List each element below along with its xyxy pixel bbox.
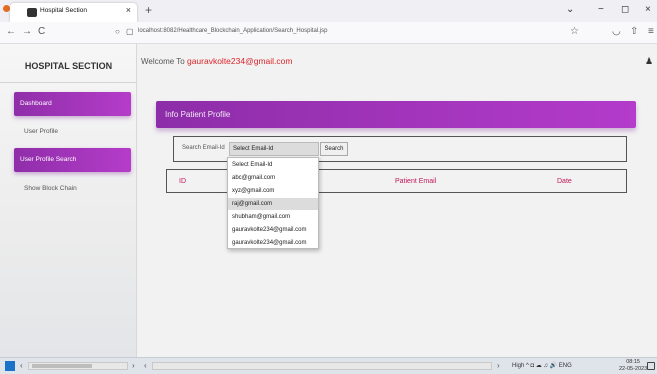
tab-title: Hospital Section: [40, 7, 87, 14]
tab-close-icon[interactable]: ×: [126, 5, 131, 15]
clock-date: 22-05-2023: [619, 366, 648, 372]
sidebar-item-user-profile[interactable]: User Profile: [24, 128, 58, 135]
page-info-icon[interactable]: ▢: [126, 27, 134, 36]
dropdown-option[interactable]: xyz@gmail.com: [228, 185, 318, 197]
pocket-icon[interactable]: ◡: [612, 26, 621, 37]
email-select[interactable]: Select Email-Id: [229, 142, 319, 156]
system-tray: High ^ ◘ ☁ ♫ 🔊 ENG: [512, 362, 572, 369]
search-email-label: Search Email-Id: [182, 145, 225, 151]
maximize-icon[interactable]: ◻: [621, 4, 629, 15]
reload-icon[interactable]: C: [38, 26, 45, 37]
new-tab-button[interactable]: +: [145, 3, 152, 17]
brand-title: HOSPITAL SECTION: [24, 61, 113, 71]
sidebar-item-show-block-chain[interactable]: Show Block Chain: [24, 185, 77, 192]
sidebar-horizontal-scrollbar[interactable]: [28, 362, 128, 370]
dropdown-option-highlighted[interactable]: raj@gmail.com: [228, 198, 318, 210]
main-horizontal-scrollbar[interactable]: [152, 362, 492, 370]
back-icon[interactable]: ←: [6, 26, 16, 37]
welcome-email: gauravkolte234@gmail.com: [186, 56, 293, 66]
table-header-date: Date: [557, 178, 572, 185]
sidebar-item-dashboard[interactable]: Dashboard: [14, 92, 131, 116]
dropdown-option[interactable]: shubham@gmail.com: [228, 211, 318, 223]
table-header-patient-email: Patient Email: [395, 178, 437, 185]
address-bar: ← → C ○ ▢ localhost:8082/Healthcare_Bloc…: [0, 22, 657, 44]
menu-icon[interactable]: ≡: [648, 26, 654, 37]
browser-tab-strip: Hospital Section × + ⌄ − ◻ ×: [0, 0, 657, 22]
taskbar-clock[interactable]: 08:15 22-05-2023: [619, 359, 647, 373]
tray-high-label: High: [512, 363, 525, 369]
share-icon[interactable]: ⇧: [630, 26, 638, 37]
tab-list-icon[interactable]: ⌄: [566, 4, 574, 15]
user-icon[interactable]: ♟: [645, 56, 653, 67]
close-window-icon[interactable]: ×: [645, 4, 651, 15]
search-button[interactable]: Search: [320, 142, 348, 156]
scroll-left-icon[interactable]: ‹: [20, 361, 23, 370]
scroll-right-icon[interactable]: ›: [132, 361, 135, 370]
sidebar-item-user-profile-search[interactable]: User Profile Search: [14, 148, 131, 172]
windows-start-icon[interactable]: [5, 361, 15, 371]
browser-tab[interactable]: Hospital Section ×: [10, 3, 137, 22]
clock-time: 08:15: [626, 359, 640, 365]
dropdown-option[interactable]: Select Email-Id: [228, 159, 318, 171]
dropdown-option[interactable]: gauravkolte234@gmail.com: [228, 224, 318, 236]
firefox-logo-icon: [3, 5, 10, 12]
table-header-id: ID: [179, 178, 186, 185]
card-title: Info Patient Profile: [165, 110, 231, 119]
minimize-icon[interactable]: −: [598, 4, 604, 15]
email-dropdown-list[interactable]: Select Email-Id abc@gmail.com xyz@gmail.…: [227, 157, 319, 249]
card-header: Info Patient Profile: [156, 101, 636, 128]
url-field[interactable]: localhost:8082/Healthcare_Blockchain_App…: [138, 28, 327, 34]
tray-icons[interactable]: ^ ◘ ☁ ♫ 🔊 ENG: [526, 363, 572, 369]
taskbar: ‹ › ‹ › High ^ ◘ ☁ ♫ 🔊 ENG 08:15 22-05-2…: [0, 357, 657, 374]
welcome-row: Welcome To gauravkolte234@gmail.com: [141, 56, 292, 66]
sidebar: HOSPITAL SECTION Dashboard User Profile …: [0, 44, 137, 357]
hospital-favicon-icon: [27, 8, 37, 17]
notification-icon[interactable]: [647, 362, 655, 370]
scrollbar-thumb[interactable]: [32, 364, 92, 368]
main-scroll-left-icon[interactable]: ‹: [144, 361, 147, 370]
forward-icon[interactable]: →: [22, 26, 32, 37]
dropdown-option[interactable]: abc@gmail.com: [228, 172, 318, 184]
main-scroll-right-icon[interactable]: ›: [497, 361, 500, 370]
welcome-prefix: Welcome To: [141, 57, 185, 66]
shield-icon[interactable]: ○: [115, 27, 120, 36]
dropdown-option[interactable]: gauravkolte234@gmail.com: [228, 237, 318, 249]
sidebar-divider: [0, 82, 137, 83]
bookmark-star-icon[interactable]: ☆: [570, 26, 579, 37]
